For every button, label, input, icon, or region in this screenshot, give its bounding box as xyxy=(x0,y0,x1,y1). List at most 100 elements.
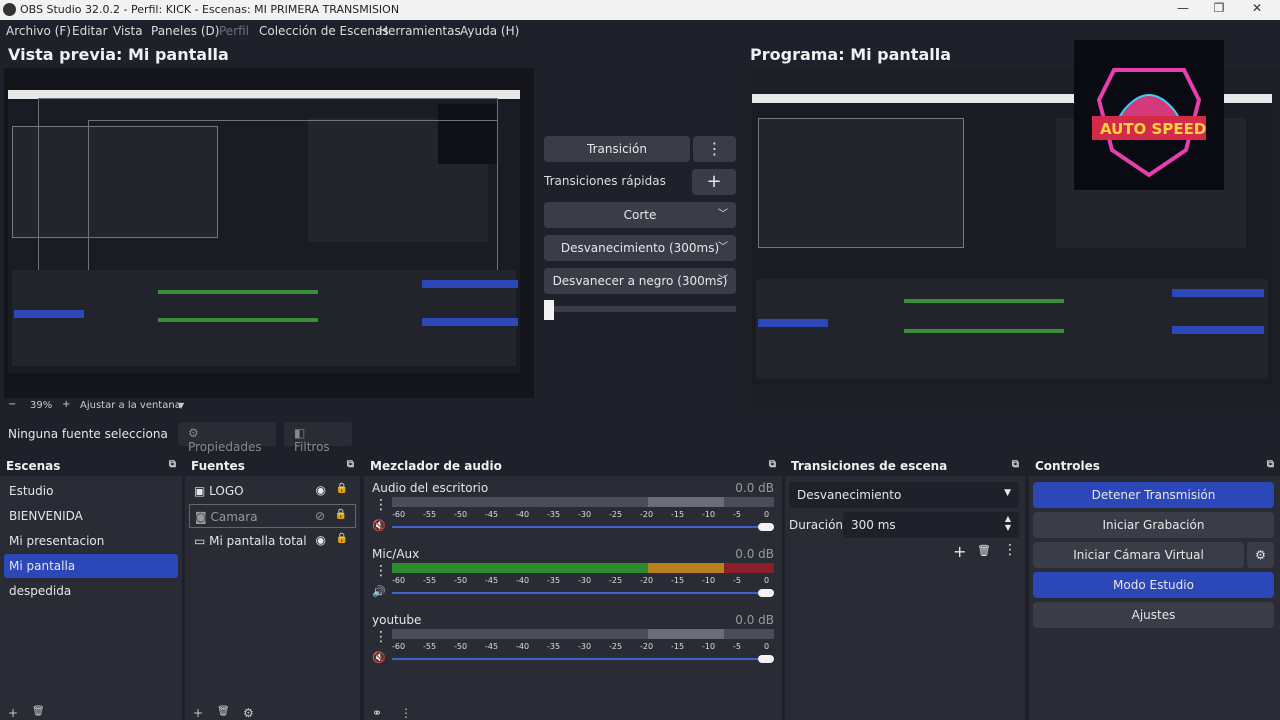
remove-source-icon[interactable]: 🗑 xyxy=(217,706,230,717)
volume-slider[interactable] xyxy=(392,592,768,594)
scene-item[interactable]: Estudio xyxy=(4,479,178,503)
float-icon[interactable]: ⧉ xyxy=(169,459,176,470)
lock-icon[interactable]: 🔒 xyxy=(336,483,348,494)
menu-coleccion[interactable]: Colección de Escenas xyxy=(259,24,389,38)
channel-menu-icon[interactable]: ⋮ xyxy=(374,497,388,513)
speaker-icon[interactable]: 🔇 xyxy=(372,651,386,664)
start-recording-button[interactable]: Iniciar Grabación xyxy=(1033,512,1274,538)
monitor-icon: ▭ xyxy=(194,534,206,548)
scenes-toolbar: + 🗑 xyxy=(0,706,182,720)
scene-item-selected[interactable]: Mi pantalla xyxy=(4,554,178,578)
scene-item[interactable]: BIENVENIDA xyxy=(4,504,178,528)
menu-vista[interactable]: Vista xyxy=(113,24,143,38)
meter-tick-label: -40 xyxy=(516,510,530,519)
mixer-link-icon[interactable]: ⚭ xyxy=(372,706,382,720)
scenes-header: Escenas ⧉ xyxy=(0,456,182,476)
float-icon[interactable]: ⧉ xyxy=(347,459,354,470)
meter-tick-label: -40 xyxy=(516,642,530,651)
lock-icon[interactable]: 🔒 xyxy=(335,509,347,520)
tbar-handle[interactable] xyxy=(544,300,554,320)
add-transition-button[interactable]: + xyxy=(953,542,966,561)
quick-transition-cut[interactable]: Corte ﹀ xyxy=(544,202,736,228)
float-icon[interactable]: ⧉ xyxy=(769,459,776,470)
channel-menu-icon[interactable]: ⋮ xyxy=(374,629,388,645)
menu-editar[interactable]: Editar xyxy=(72,24,108,38)
zoom-out-button[interactable]: − xyxy=(8,399,16,410)
preview-nested-screen xyxy=(8,90,520,373)
menu-perfil[interactable]: Perfil xyxy=(219,24,249,38)
add-quick-transition-button[interactable]: + xyxy=(692,169,736,195)
meter-tick-label: -15 xyxy=(671,576,685,585)
meter-tick-label: -45 xyxy=(485,642,499,651)
volume-slider[interactable] xyxy=(392,658,768,660)
audio-mixer-dock: Mezclador de audio ⧉ Audio del escritorio… xyxy=(364,456,782,720)
quick-transition-fade[interactable]: Desvanecimiento (300ms) ﹀ xyxy=(544,235,736,261)
fit-dropdown-icon[interactable]: ▼ xyxy=(178,401,184,410)
source-item[interactable]: ▣ LOGO ◉ 🔒 xyxy=(189,479,356,503)
logo-text: AUTO SPEED xyxy=(1100,120,1207,138)
settings-button[interactable]: Ajustes xyxy=(1033,602,1274,628)
virtual-camera-button[interactable]: Iniciar Cámara Virtual xyxy=(1033,542,1244,568)
properties-button[interactable]: ⚙ Propiedades xyxy=(178,422,276,454)
stop-stream-button[interactable]: Detener Transmisión xyxy=(1033,482,1274,508)
title-bar: OBS Studio 32.0.2 - Perfil: KICK - Escen… xyxy=(0,0,1280,20)
source-settings-icon[interactable]: ⚙ xyxy=(243,706,254,720)
add-source-button[interactable]: + xyxy=(193,706,203,720)
close-button[interactable]: ✕ xyxy=(1234,1,1280,19)
obs-logo-icon xyxy=(3,3,16,16)
source-label: Camara xyxy=(210,510,258,524)
eye-icon[interactable]: ◉ xyxy=(316,533,326,547)
filters-button[interactable]: ◧ Filtros xyxy=(284,422,352,454)
menu-paneles[interactable]: Paneles (D) xyxy=(151,24,219,38)
transition-menu-icon[interactable]: ⋮ xyxy=(693,136,736,162)
transition-menu-icon[interactable]: ⋮ xyxy=(1003,542,1017,558)
duration-input[interactable]: 300 ms ▲ ▼ xyxy=(843,512,1019,538)
remove-scene-icon[interactable]: 🗑 xyxy=(32,706,45,717)
meter-tick-label: -55 xyxy=(423,510,437,519)
transition-button[interactable]: Transición xyxy=(544,136,690,162)
quick-transition-fade-black[interactable]: Desvanecer a negro (300ms) ﹀ xyxy=(544,268,736,294)
tbar-track[interactable] xyxy=(544,306,736,312)
float-icon[interactable]: ⧉ xyxy=(1012,459,1019,470)
remove-transition-icon[interactable]: 🗑 xyxy=(977,544,991,557)
menu-archivo[interactable]: Archivo (F) xyxy=(6,24,71,38)
scene-item[interactable]: Mi presentacion xyxy=(4,529,178,553)
volume-slider-knob[interactable] xyxy=(758,655,774,663)
duration-value: 300 ms xyxy=(851,518,896,532)
menu-herramientas[interactable]: Herramientas xyxy=(379,24,461,38)
float-icon[interactable]: ⧉ xyxy=(1267,459,1274,470)
channel-db: 0.0 dB xyxy=(735,613,774,627)
scene-item[interactable]: despedida xyxy=(4,579,178,603)
scene-transitions-header: Transiciones de escena ⧉ xyxy=(785,456,1025,476)
transition-select[interactable]: Desvanecimiento ▼ xyxy=(789,482,1019,508)
preview-canvas[interactable] xyxy=(4,68,534,398)
channel-name: Mic/Aux xyxy=(372,547,420,561)
volume-slider-knob[interactable] xyxy=(758,589,774,597)
fit-window-button[interactable]: Ajustar a la ventana xyxy=(80,400,181,411)
add-scene-button[interactable]: + xyxy=(8,706,18,720)
mixer-title: Mezclador de audio xyxy=(370,459,502,473)
filter-icon: ◧ xyxy=(294,426,306,440)
mixer-menu-icon[interactable]: ⋮ xyxy=(400,706,412,720)
volume-slider[interactable] xyxy=(392,526,768,528)
speaker-icon[interactable]: 🔇 xyxy=(372,519,386,532)
eye-icon[interactable]: ◉ xyxy=(316,483,326,497)
sources-toolbar: + 🗑 ⚙ xyxy=(185,706,360,720)
source-item[interactable]: ▭ Mi pantalla total ◉ 🔒 xyxy=(189,529,356,553)
volume-slider-knob[interactable] xyxy=(758,523,774,531)
virtual-camera-gear-icon[interactable]: ⚙ xyxy=(1247,542,1274,568)
menu-ayuda[interactable]: Ayuda (H) xyxy=(460,24,519,38)
zoom-level: 39% xyxy=(30,400,53,411)
duration-label: Duración xyxy=(789,518,844,532)
sources-title: Fuentes xyxy=(191,459,245,473)
source-item-hidden[interactable]: ◙ Camara ⊘ 🔒 xyxy=(189,504,356,528)
lock-icon[interactable]: 🔒 xyxy=(336,533,348,544)
meter-tick-label: -40 xyxy=(516,576,530,585)
meter-tick-label: -30 xyxy=(578,642,592,651)
spinner-icon[interactable]: ▲ ▼ xyxy=(1005,514,1011,532)
eye-hidden-icon[interactable]: ⊘ xyxy=(315,509,325,523)
studio-mode-button[interactable]: Modo Estudio xyxy=(1033,572,1274,598)
zoom-in-button[interactable]: + xyxy=(62,399,70,410)
speaker-icon[interactable]: 🔊 xyxy=(372,585,386,598)
channel-menu-icon[interactable]: ⋮ xyxy=(374,563,388,579)
